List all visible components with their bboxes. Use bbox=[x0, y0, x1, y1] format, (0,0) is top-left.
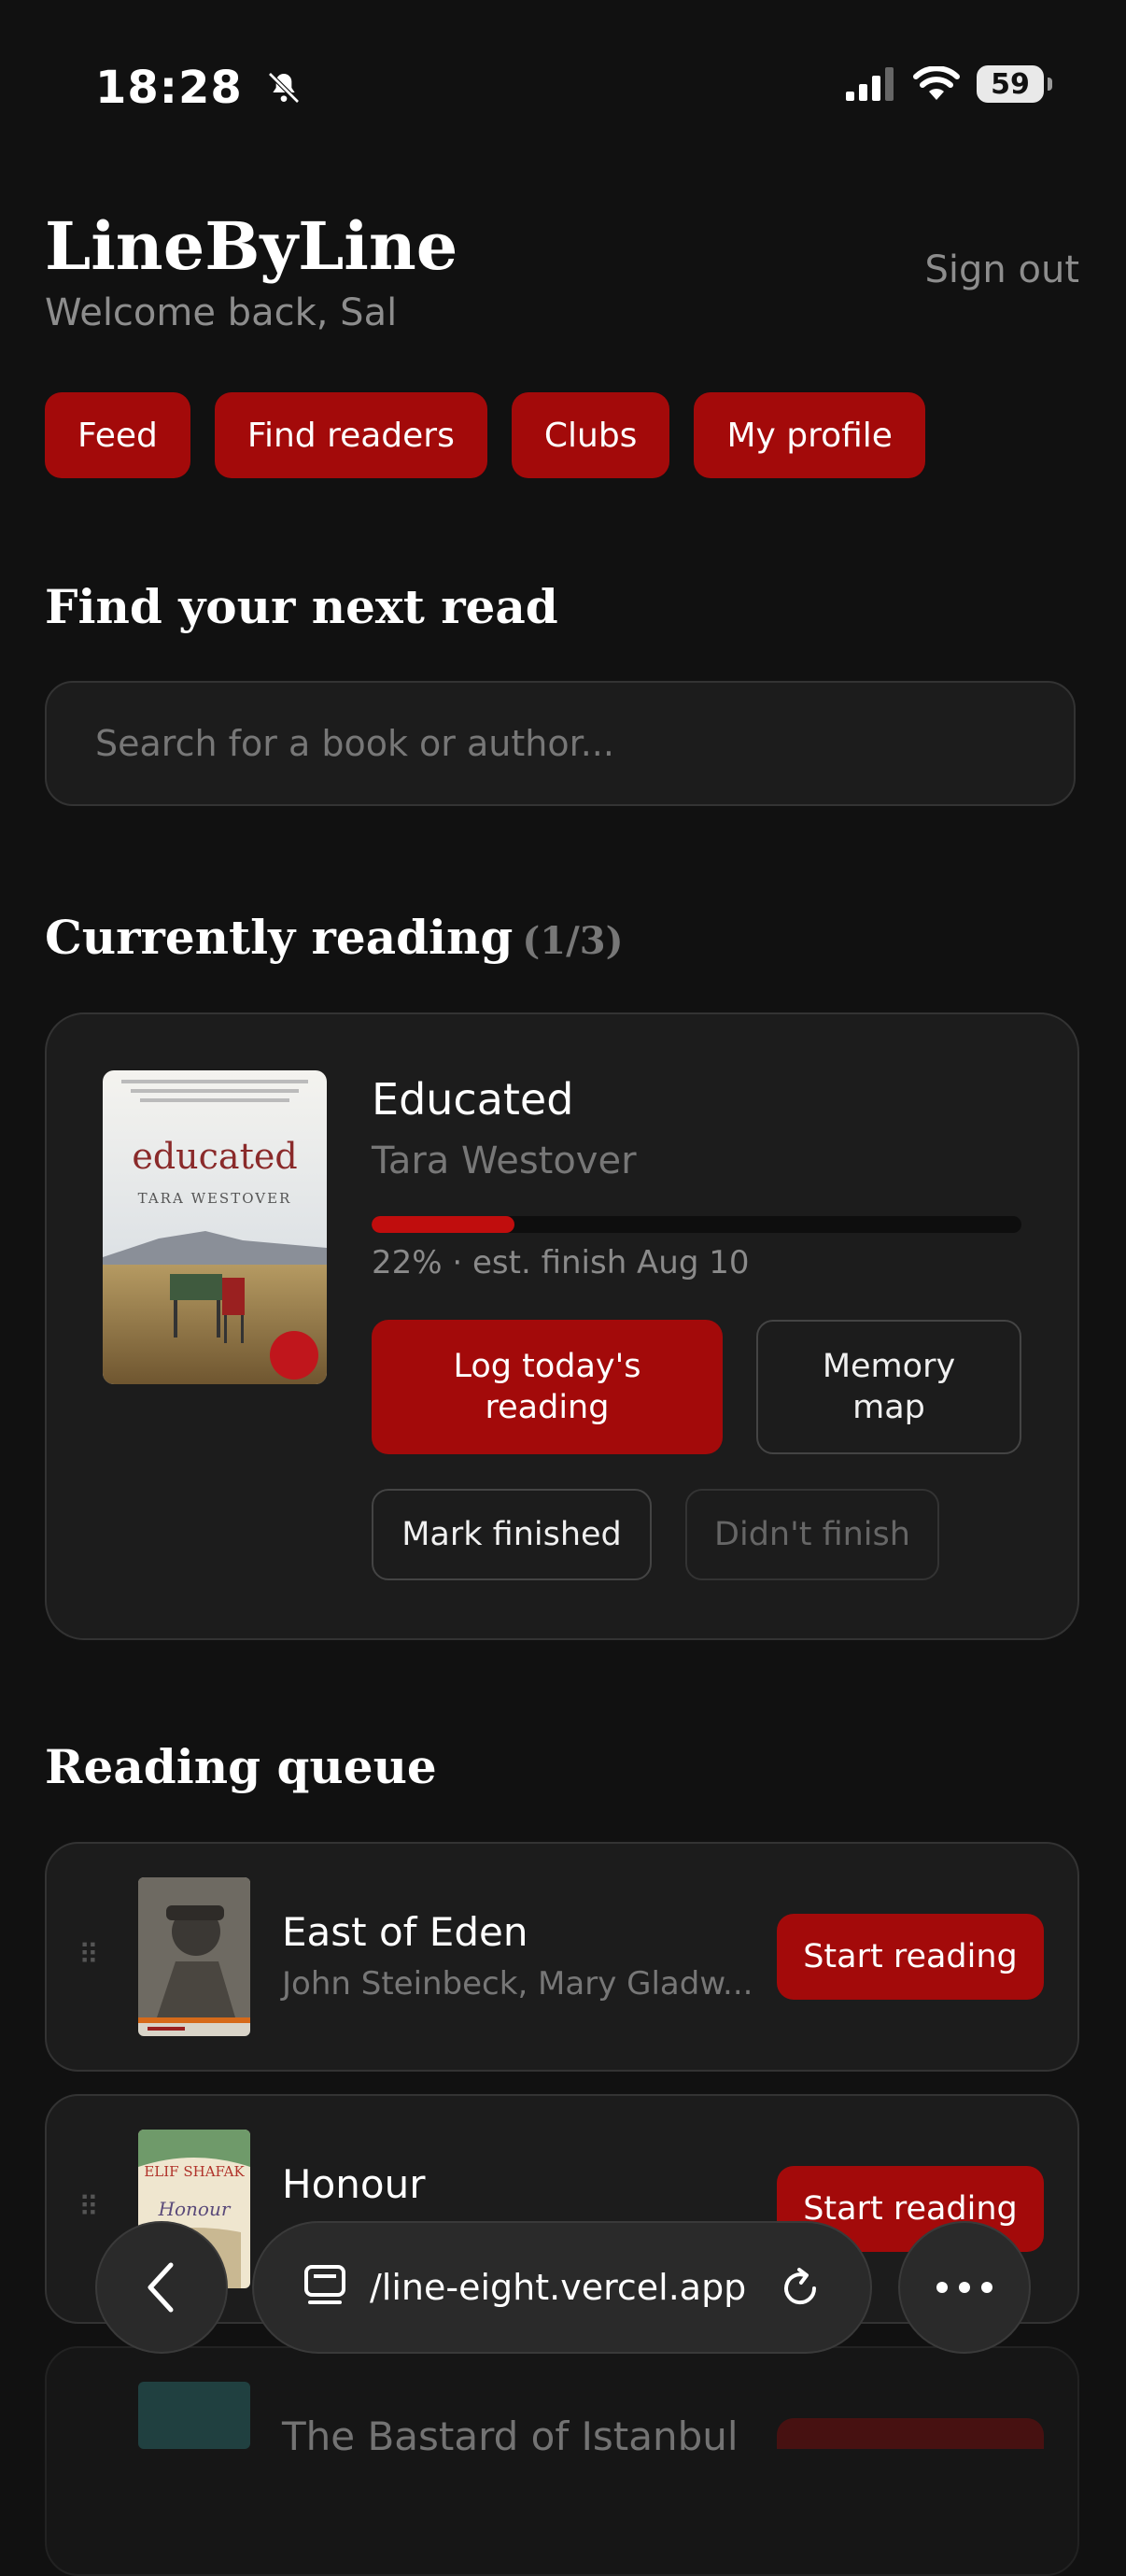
find-next-read-heading: Find your next read bbox=[45, 579, 558, 634]
browser-more-button[interactable] bbox=[898, 2221, 1031, 2354]
start-reading-button[interactable] bbox=[777, 2418, 1044, 2449]
nav-my-profile-button[interactable]: My profile bbox=[694, 392, 925, 478]
drag-handle-icon[interactable]: ⠿ bbox=[78, 1939, 99, 1972]
welcome-text: Welcome back, Sal bbox=[45, 291, 398, 334]
reading-progress-text: 22% · est. finish Aug 10 bbox=[372, 1244, 750, 1281]
log-reading-button[interactable]: Log today's reading bbox=[372, 1320, 723, 1454]
url-text[interactable]: /line-eight.vercel.app bbox=[370, 2267, 762, 2308]
mark-finished-button[interactable]: Mark finished bbox=[372, 1489, 652, 1580]
nav-find-readers-button[interactable]: Find readers bbox=[214, 392, 487, 478]
more-dots-icon bbox=[936, 2282, 992, 2293]
tabs-icon[interactable] bbox=[301, 2263, 349, 2312]
reading-progress-bar bbox=[372, 1216, 1021, 1233]
honour-cover-author: ELIF SHAFAK bbox=[144, 2163, 245, 2180]
reading-progress-fill bbox=[372, 1216, 515, 1233]
browser-back-button[interactable] bbox=[95, 2221, 228, 2354]
cover-title-text: educated bbox=[132, 1136, 297, 1177]
nav-clubs-button[interactable]: Clubs bbox=[511, 392, 670, 478]
cover-author-text: TARA WESTOVER bbox=[138, 1190, 292, 1207]
queue-book-title[interactable]: Honour bbox=[282, 2161, 425, 2207]
memory-map-button[interactable]: Memory map bbox=[756, 1320, 1021, 1454]
book-cover-east-of-eden[interactable] bbox=[138, 1877, 250, 2036]
address-bar[interactable]: /line-eight.vercel.app bbox=[252, 2221, 872, 2354]
status-indicators: 59 bbox=[846, 65, 1052, 103]
queue-row[interactable] bbox=[45, 2346, 1079, 2576]
app-title: LineByLine bbox=[45, 207, 458, 285]
status-time: 18:28 bbox=[95, 62, 303, 114]
chevron-left-icon bbox=[148, 2262, 174, 2313]
bell-slash-icon bbox=[267, 72, 300, 104]
queue-book-title[interactable]: The Bastard of Istanbul bbox=[282, 2413, 739, 2459]
queue-book-author: John Steinbeck, Mary Gladw... bbox=[282, 1965, 753, 2003]
svg-text:Honour: Honour bbox=[158, 2198, 232, 2220]
wifi-icon bbox=[913, 66, 960, 100]
didnt-finish-button[interactable]: Didn't finish bbox=[685, 1489, 939, 1580]
current-book-title[interactable]: Educated bbox=[372, 1074, 573, 1125]
start-reading-button[interactable]: Start reading bbox=[777, 1914, 1044, 2000]
currently-reading-label: Currently reading bbox=[45, 910, 514, 965]
book-cover-educated[interactable]: educated TARA WESTOVER bbox=[103, 1070, 327, 1384]
book-cover-bastard-of-istanbul[interactable] bbox=[138, 2382, 250, 2449]
drag-handle-icon[interactable]: ⠿ bbox=[78, 2191, 99, 2224]
reading-queue-heading: Reading queue bbox=[45, 1739, 437, 1794]
main-nav: Feed Find readers Clubs My profile bbox=[45, 392, 925, 478]
sign-out-link[interactable]: Sign out bbox=[925, 248, 1079, 291]
currently-reading-heading: Currently reading (1/3) bbox=[45, 910, 624, 965]
book-search-field[interactable] bbox=[45, 681, 1076, 806]
battery-icon: 59 bbox=[977, 65, 1052, 103]
signal-icon bbox=[846, 67, 894, 101]
queue-book-title[interactable]: East of Eden bbox=[282, 1909, 528, 1955]
search-input[interactable] bbox=[93, 722, 1074, 765]
currently-reading-count: (1/3) bbox=[522, 919, 624, 963]
reload-icon[interactable] bbox=[777, 2264, 823, 2311]
nav-feed-button[interactable]: Feed bbox=[45, 392, 190, 478]
current-book-author: Tara Westover bbox=[372, 1139, 637, 1182]
